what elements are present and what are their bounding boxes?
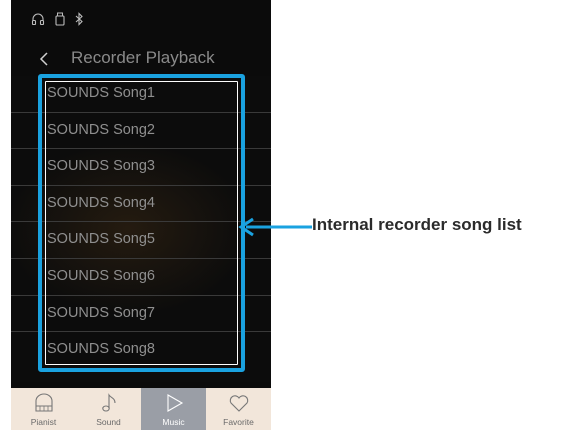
usb-drive-icon <box>55 12 65 26</box>
song-list-panel: SOUNDS Song1 SOUNDS Song2 SOUNDS Song3 S… <box>11 76 271 382</box>
piano-icon <box>34 393 53 412</box>
music-note-icon <box>101 393 116 412</box>
tab-label: Music <box>162 417 185 427</box>
bluetooth-icon <box>75 12 83 26</box>
song-label: SOUNDS Song2 <box>47 121 155 138</box>
song-label: SOUNDS Song5 <box>47 231 155 248</box>
tab-label: Favorite <box>223 417 254 427</box>
song-list-item[interactable]: SOUNDS Song7 <box>11 296 271 333</box>
song-list-item[interactable]: SOUNDS Song3 <box>11 149 271 186</box>
song-label: SOUNDS Song1 <box>47 85 155 101</box>
callout-label: Internal recorder song list <box>312 215 522 234</box>
headphones-icon <box>31 13 45 26</box>
tab-label: Pianist <box>30 417 57 427</box>
song-label: SOUNDS Song7 <box>47 304 155 321</box>
page: Recorder Playback SOUNDS Song1 SOUNDS So… <box>0 0 582 430</box>
song-list-item[interactable]: SOUNDS Song6 <box>11 259 271 296</box>
song-label: SOUNDS Song3 <box>47 158 155 175</box>
callout-arrow-icon <box>238 217 312 237</box>
header: Recorder Playback <box>11 40 271 76</box>
tab-sound[interactable]: Sound <box>76 388 141 430</box>
tab-bar: Pianist Sound Music Favorite <box>11 388 271 430</box>
play-icon <box>166 394 183 412</box>
song-list-item[interactable]: SOUNDS Song2 <box>11 113 271 150</box>
heart-icon <box>229 395 248 412</box>
song-label: SOUNDS Song4 <box>47 194 155 211</box>
tab-label: Sound <box>96 417 121 427</box>
song-list-item[interactable]: SOUNDS Song1 <box>11 76 271 113</box>
song-list-item[interactable]: SOUNDS Song4 <box>11 186 271 223</box>
song-list: SOUNDS Song1 SOUNDS Song2 SOUNDS Song3 S… <box>11 76 271 369</box>
tab-favorite[interactable]: Favorite <box>206 388 271 430</box>
back-chevron-icon[interactable] <box>33 48 55 70</box>
tab-music[interactable]: Music <box>141 388 206 430</box>
tab-pianist[interactable]: Pianist <box>11 388 76 430</box>
song-label: SOUNDS Song8 <box>47 341 155 358</box>
song-label: SOUNDS Song6 <box>47 267 155 284</box>
page-title: Recorder Playback <box>71 48 215 67</box>
song-list-item[interactable]: SOUNDS Song8 <box>11 332 271 369</box>
status-bar <box>11 0 271 36</box>
phone-screen: Recorder Playback SOUNDS Song1 SOUNDS So… <box>11 0 271 430</box>
song-list-item[interactable]: SOUNDS Song5 <box>11 222 271 259</box>
